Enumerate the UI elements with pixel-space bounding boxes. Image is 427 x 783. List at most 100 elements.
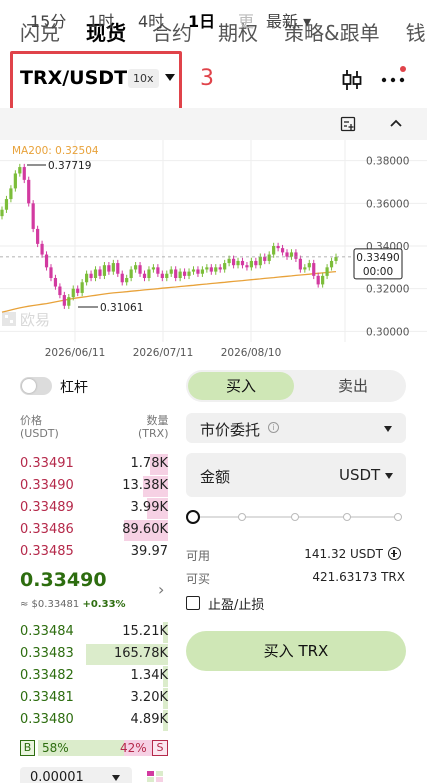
ma200-label: MA200: 0.32504 (12, 145, 99, 157)
bid-row[interactable]: 0.33482 1.34K (20, 665, 168, 687)
timeframe-15m[interactable]: 15分 (30, 8, 66, 32)
notification-dot (400, 66, 406, 72)
bid-row[interactable]: 0.33481 3.20K (20, 687, 168, 709)
slider-step-100[interactable] (394, 513, 402, 521)
chart-settings-icon[interactable] (340, 116, 356, 132)
caret-down-icon (384, 426, 392, 432)
candle-up (267, 254, 271, 261)
price-change: +0.33% (82, 599, 126, 610)
order-type-value: 市价委托 (200, 421, 261, 439)
candle-up (165, 273, 169, 278)
candle-down (182, 271, 187, 276)
candle-up (125, 278, 129, 283)
ask-row[interactable]: 0.33491 1.78K (20, 453, 168, 475)
ask-row[interactable]: 0.33485 39.97 (20, 541, 168, 563)
candle-down (98, 269, 102, 276)
candle-down (280, 248, 285, 253)
ask-qty: 39.97 (130, 544, 168, 559)
low-label: 0.31061 (100, 302, 143, 314)
chevron-up-icon[interactable] (388, 116, 404, 130)
tick-size-value: 0.00001 (30, 770, 84, 783)
candle-down (231, 258, 236, 266)
ask-qty: 13.38K (122, 478, 168, 493)
available-value: 141.32 USDT (304, 547, 383, 561)
last-price-fiat: ≈ $0.33481 +0.33% (20, 599, 126, 610)
candle-up (102, 265, 107, 276)
buy-ratio: 58% (42, 741, 69, 755)
candle-down (312, 263, 316, 276)
pair-selector[interactable]: TRX/USDT (20, 67, 127, 89)
current-price-value: 0.33490 (356, 252, 399, 264)
buy-submit-button[interactable]: 买入 TRX (186, 631, 406, 671)
amount-field[interactable]: 金额 USDT (186, 453, 406, 497)
bid-qty: 165.78K (113, 646, 168, 661)
candle-up (111, 263, 115, 272)
tp-sl-checkbox[interactable] (186, 596, 200, 610)
ask-price: 0.33489 (20, 500, 74, 515)
slider-step-25[interactable] (238, 513, 246, 521)
tab-more[interactable]: 钱 (406, 17, 426, 46)
tp-sl-label[interactable]: 止盈/止损 (208, 594, 264, 613)
slider-step-75[interactable] (343, 513, 351, 521)
candle-down (58, 286, 62, 296)
slider-step-50[interactable] (291, 513, 299, 521)
depth-view-icon[interactable] (146, 770, 164, 783)
x-tick-label: 2026/07/11 (133, 347, 194, 359)
candle-down (89, 273, 93, 278)
candle-down (142, 273, 147, 278)
info-icon[interactable]: i (268, 422, 279, 433)
tick-size-select[interactable]: 0.00001 (20, 767, 132, 783)
add-funds-icon[interactable] (388, 547, 401, 560)
orderbook-qty-header: 数量 (TRX) (138, 414, 169, 440)
order-type-select[interactable]: 市价委托 i (186, 413, 406, 443)
candle-down (218, 267, 222, 270)
candle-up (258, 256, 262, 266)
candle-down (240, 260, 245, 266)
candle-up (80, 282, 84, 293)
price-chart[interactable]: 欧易 0.380000.360000.340000.320000.30000 2… (0, 140, 427, 362)
leverage-label: 杠杆 (60, 380, 88, 396)
candle-up (236, 260, 240, 266)
y-tick-label: 0.36000 (366, 198, 409, 210)
candle-up (307, 263, 311, 268)
ask-row[interactable]: 0.33489 3.99K (20, 497, 168, 519)
caret-down-icon[interactable] (165, 74, 175, 81)
high-label: 0.37719 (48, 160, 91, 172)
bid-price: 0.33483 (20, 646, 74, 661)
timeframe-1h[interactable]: 1时 (88, 8, 114, 32)
indicator-latest-label: 最新 (266, 12, 299, 31)
y-tick-label: 0.38000 (366, 156, 409, 168)
candle-up (303, 267, 307, 270)
candle-down (116, 263, 120, 274)
timeframe-more[interactable]: 更 (238, 8, 254, 32)
ask-row[interactable]: 0.33486 89.60K (20, 519, 168, 541)
candle-down (298, 258, 302, 270)
bid-row[interactable]: 0.33483 165.78K (20, 643, 168, 665)
sell-ratio: 42% (120, 741, 147, 755)
timeframe-1d[interactable]: 1日 (188, 8, 215, 32)
candle-down (62, 295, 66, 306)
annotation-number: 3 (200, 66, 214, 91)
ask-row[interactable]: 0.33490 13.38K (20, 475, 168, 497)
bid-row[interactable]: 0.33484 15.21K (20, 621, 168, 643)
candle-down (120, 273, 124, 283)
buy-tab[interactable]: 买入 (188, 372, 294, 400)
amount-unit-select[interactable]: USDT (339, 466, 380, 484)
candle-down (276, 246, 280, 249)
timeframe-4h[interactable]: 4时 (138, 8, 164, 32)
candle-up (214, 267, 218, 272)
candle-down (31, 203, 35, 229)
sell-tab[interactable]: 卖出 (300, 372, 406, 400)
indicator-latest[interactable]: 最新 ▾ (266, 8, 311, 32)
candlestick-icon[interactable] (340, 68, 364, 92)
watermark: 欧易 (2, 311, 50, 329)
candle-down (44, 254, 49, 268)
bid-row[interactable]: 0.33480 4.89K (20, 709, 168, 731)
candle-down (254, 260, 258, 266)
candle-up (169, 269, 173, 274)
chevron-right-icon[interactable]: › (158, 580, 164, 599)
candle-down (156, 267, 160, 274)
amount-slider-handle[interactable] (186, 510, 200, 524)
candle-down (22, 167, 26, 180)
leverage-badge: 10x (128, 69, 159, 88)
